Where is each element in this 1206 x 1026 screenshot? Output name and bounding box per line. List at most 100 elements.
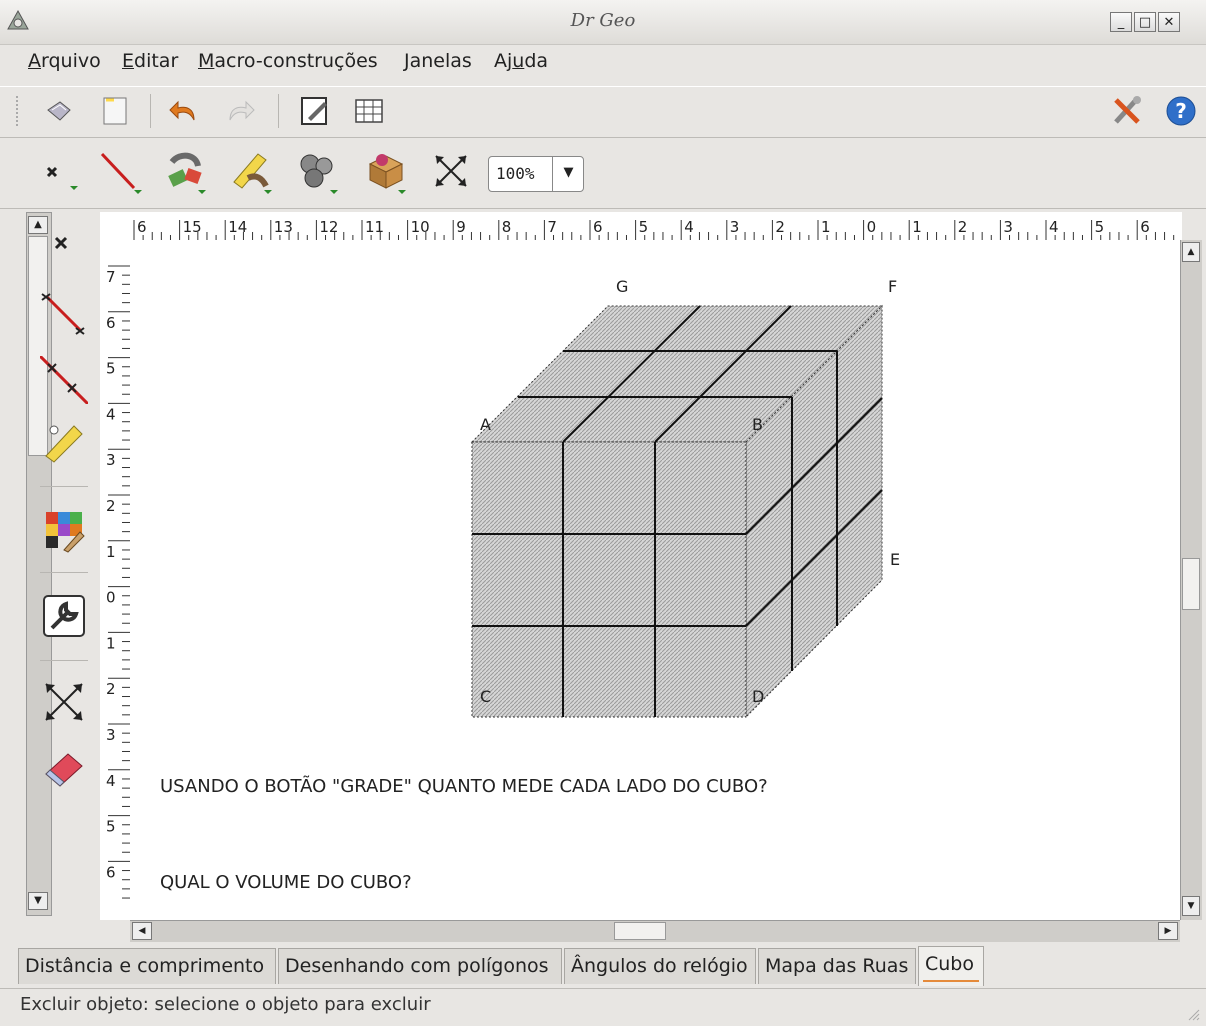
ruler-measure-icon[interactable] <box>40 418 88 466</box>
eraser-icon[interactable] <box>40 742 88 790</box>
ruler-label: 13 <box>274 218 293 236</box>
ruler-label: 4 <box>106 405 116 423</box>
question-volume: QUAL O VOLUME DO CUBO? <box>160 872 412 893</box>
ruler-label: 10 <box>411 218 430 236</box>
maximize-button[interactable]: □ <box>1134 12 1156 32</box>
ruler-label: 11 <box>365 218 384 236</box>
scroll-right-arrow-icon[interactable]: ▶ <box>1158 922 1178 940</box>
cube-front-face <box>471 441 747 718</box>
ruler-label: 4 <box>106 772 116 790</box>
menu-arquivo[interactable]: Arquivo <box>28 50 101 72</box>
point-label-c: C <box>480 687 491 706</box>
ruler-label: 15 <box>183 218 202 236</box>
scroll-up-arrow-icon[interactable]: ▲ <box>1182 242 1200 262</box>
attributes-tool-icon[interactable] <box>362 148 408 194</box>
ruler-label: 7 <box>106 268 116 286</box>
ruler-label: 5 <box>1095 218 1105 236</box>
new-file-icon[interactable] <box>98 94 132 128</box>
ruler-label: 12 <box>319 218 338 236</box>
ruler-label: 1 <box>106 543 116 561</box>
ruler-label: 1 <box>912 218 922 236</box>
ruler-label: 4 <box>1049 218 1059 236</box>
ruler-label: 4 <box>684 218 694 236</box>
undo-icon[interactable] <box>168 94 202 128</box>
redo-icon[interactable] <box>222 94 256 128</box>
tab-cubo[interactable]: Cubo <box>918 946 984 986</box>
ruler-label: 6 <box>106 863 116 881</box>
point-label-e: E <box>890 550 900 569</box>
ruler-label: 3 <box>730 218 740 236</box>
macro-tool-icon[interactable] <box>294 148 340 194</box>
toolbar-separator <box>278 94 279 128</box>
scroll-down-arrow-icon[interactable]: ▼ <box>1182 896 1200 916</box>
resize-grip-icon[interactable] <box>1186 1004 1200 1021</box>
ruler-label: 3 <box>106 726 116 744</box>
edit-text-icon[interactable] <box>298 94 332 128</box>
drawing-canvas[interactable]: A B C D E F G USANDO O BOTÃO "GRADE" QUA… <box>130 240 1180 920</box>
tab-label: Cubo <box>925 953 974 975</box>
segment-icon[interactable] <box>40 290 88 338</box>
ruler-label: 0 <box>106 589 116 607</box>
ruler-label: 0 <box>867 218 877 236</box>
ruler-label: 1 <box>106 634 116 652</box>
measure-tool-icon[interactable] <box>228 148 274 194</box>
menu-janelas[interactable]: Janelas <box>404 50 472 72</box>
tab-label: Desenhando com polígonos <box>285 955 549 977</box>
cube-figure: A B C D E F G <box>470 277 900 719</box>
help-icon[interactable]: ? <box>1164 94 1198 128</box>
tab-poligonos[interactable]: Desenhando com polígonos <box>278 948 562 984</box>
open-file-icon[interactable] <box>42 94 76 128</box>
toolbar-separator <box>150 94 151 128</box>
ruler-label: 5 <box>106 360 116 378</box>
menu-ajuda[interactable]: Ajuda <box>494 50 548 72</box>
line-icon[interactable] <box>38 354 90 406</box>
style-palette-icon[interactable] <box>40 506 88 554</box>
point-label-f: F <box>888 277 897 296</box>
point-label-b: B <box>752 415 763 434</box>
chevron-down-icon[interactable]: ▼ <box>552 157 584 191</box>
ruler-label: 1 <box>821 218 831 236</box>
scroll-down-arrow-icon[interactable]: ▼ <box>28 892 48 910</box>
transformation-tool-icon[interactable] <box>162 148 208 194</box>
ruler-label: 9 <box>456 218 466 236</box>
tab-distancia[interactable]: Distância e comprimento <box>18 948 276 984</box>
point-tool-icon[interactable] <box>40 148 86 194</box>
scroll-left-arrow-icon[interactable]: ◀ <box>132 922 152 940</box>
menu-editar[interactable]: Editar <box>122 50 178 72</box>
horizontal-scroll-thumb[interactable] <box>614 922 666 940</box>
close-button[interactable]: ✕ <box>1158 12 1180 32</box>
status-message: Excluir objeto: selecione o objeto para … <box>20 994 431 1015</box>
ruler-label: 8 <box>502 218 512 236</box>
tools-icon[interactable] <box>1110 94 1144 128</box>
ruler-label: 6 <box>593 218 603 236</box>
point-label-g: G <box>616 277 628 296</box>
move-icon[interactable] <box>40 678 88 726</box>
ruler-label: 5 <box>106 818 116 836</box>
ruler-label: 7 <box>547 218 557 236</box>
zoom-value: 100% <box>496 164 535 183</box>
line-tool-icon[interactable] <box>98 148 144 194</box>
tab-label: Mapa das Ruas <box>765 955 909 977</box>
free-point-icon[interactable] <box>40 222 88 270</box>
vertical-scroll-thumb[interactable] <box>1182 558 1200 610</box>
minimize-button[interactable]: _ <box>1110 12 1132 32</box>
toolbar-handle[interactable] <box>16 96 24 126</box>
grid-icon[interactable] <box>352 94 386 128</box>
ruler-label: 2 <box>106 497 116 515</box>
ruler-label: 6 <box>137 218 147 236</box>
ruler-label: 2 <box>958 218 968 236</box>
ruler-label: 14 <box>228 218 247 236</box>
menu-macro-construcoes[interactable]: Macro-construções <box>198 50 378 72</box>
point-label-a: A <box>480 415 491 434</box>
ruler-label: 3 <box>1003 218 1013 236</box>
tool-separator <box>40 486 88 487</box>
question-side-length: USANDO O BOTÃO "GRADE" QUANTO MEDE CADA … <box>160 776 768 797</box>
wrench-icon[interactable] <box>40 592 88 640</box>
tab-angulos[interactable]: Ângulos do relógio <box>564 948 756 984</box>
ruler-label: 3 <box>106 451 116 469</box>
tool-separator <box>40 660 88 661</box>
tool-separator <box>40 572 88 573</box>
move-tool-icon[interactable] <box>428 148 474 194</box>
tab-mapa-ruas[interactable]: Mapa das Ruas <box>758 948 916 984</box>
point-label-d: D <box>752 687 764 706</box>
